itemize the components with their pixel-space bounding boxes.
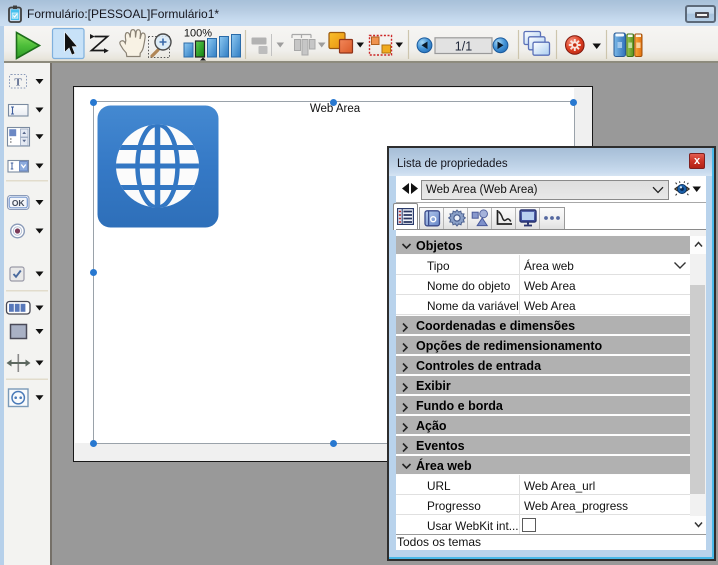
svg-text:OK: OK [12, 198, 26, 208]
svg-text:1/1: 1/1 [455, 39, 472, 53]
svg-text:100%: 100% [184, 28, 212, 40]
svg-text:T: T [14, 77, 22, 89]
